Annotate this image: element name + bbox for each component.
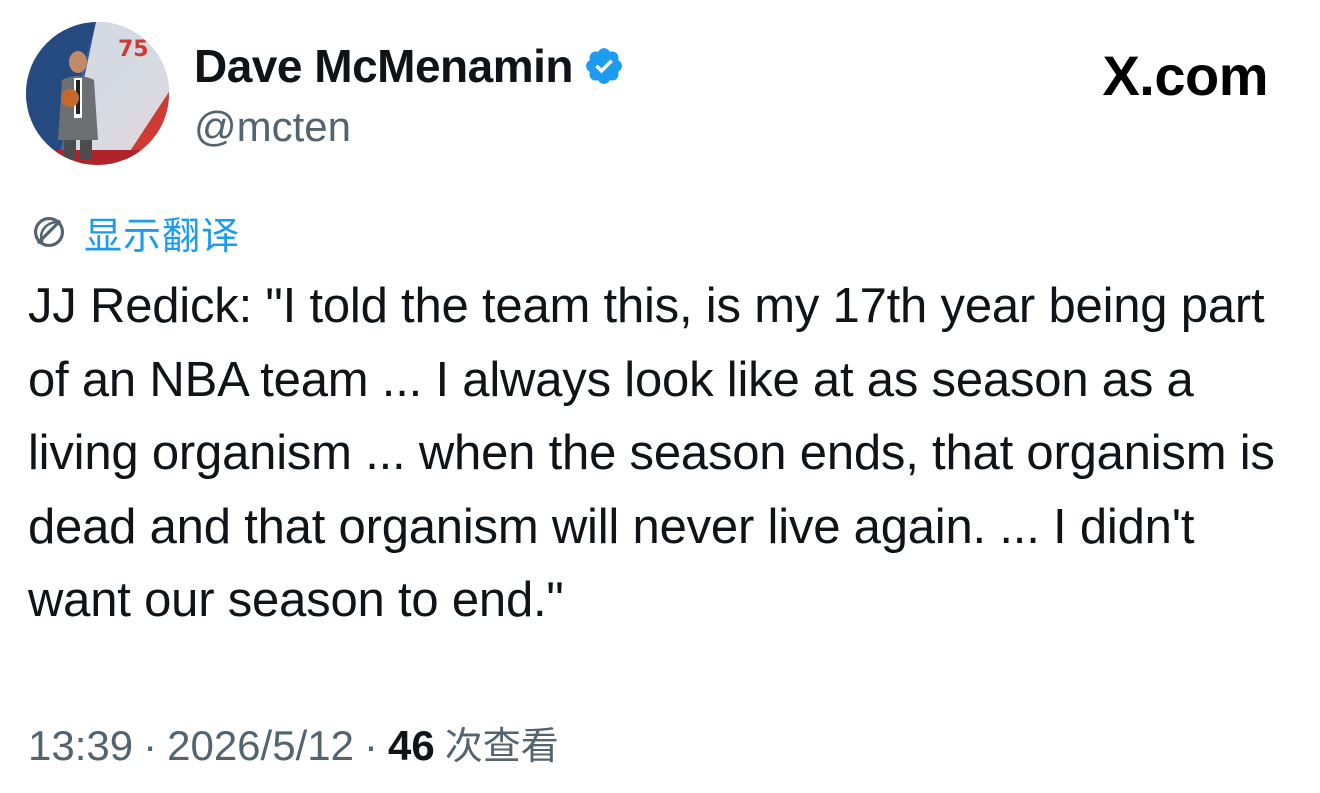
x-logo-mark: X — [1102, 44, 1140, 107]
views-label: 次查看 — [444, 724, 559, 768]
avatar-image: 75 — [26, 22, 169, 165]
tweet-meta: 13:39 · 2026/5/12 · 46 次查看 — [28, 718, 559, 774]
tweet-date[interactable]: 2026/5/12 — [167, 718, 354, 774]
views-count[interactable]: 46 — [388, 718, 435, 774]
meta-separator: · — [143, 722, 158, 769]
translate-button[interactable]: 显示翻译 — [30, 209, 240, 258]
translate-label: 显示翻译 — [84, 213, 241, 258]
tweet-time[interactable]: 13:39 — [28, 718, 133, 774]
svg-text:75: 75 — [118, 37, 149, 62]
author-row: Dave McMenamin — [194, 38, 625, 94]
meta-separator: · — [363, 722, 378, 769]
x-logo-suffix: .com — [1139, 44, 1268, 107]
verified-badge-icon — [583, 45, 625, 87]
display-name[interactable]: Dave McMenamin — [194, 38, 574, 94]
x-logo: X .com — [1102, 44, 1268, 108]
avatar[interactable]: 75 — [26, 22, 169, 165]
globe-icon — [30, 213, 68, 251]
author-handle[interactable]: @mcten — [194, 101, 351, 153]
tweet-text: JJ Redick: "I told the team this, is my … — [28, 279, 1275, 627]
tweet-card: 75 Dave McMenamin @mcten X .com 显示翻译 JJ … — [0, 0, 1320, 793]
